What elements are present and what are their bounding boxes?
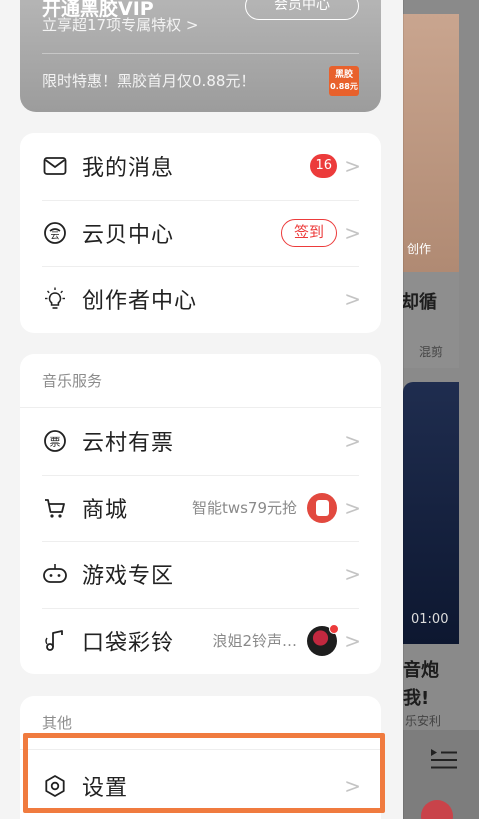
feed-card-2[interactable] [403, 382, 459, 644]
menu-item-label: 设置 [82, 776, 129, 801]
chevron-right-icon: > [344, 562, 361, 587]
menu-item-label: 我的消息 [82, 156, 175, 182]
mini-player-bar[interactable] [403, 730, 479, 819]
section-title-music-services: 音乐服务 [20, 354, 381, 408]
menu-item-label: 口袋彩铃 [82, 630, 175, 656]
unread-count-badge: 16 [310, 154, 337, 179]
mall-promo-hint: 智能tws79元抢 [191, 499, 297, 518]
ringtone-cover-thumbnail [307, 623, 339, 656]
feed-card-1-title: 却循 [403, 292, 437, 313]
menu-item-cloud-village-tickets[interactable]: 票 云村有票 > [20, 408, 381, 475]
menu-item-mall[interactable]: 商城 智能tws79元抢 > [20, 474, 381, 542]
menu-item-cloud-coin-center[interactable]: 云 云贝中心 签到 > [20, 199, 381, 267]
chevron-right-icon: > [344, 429, 361, 454]
chevron-right-icon: > [344, 495, 361, 520]
vip-badge-line2: 0.88元 [330, 82, 358, 91]
chevron-right-icon: > [344, 154, 361, 179]
menu-item-settings[interactable]: 设置 > [20, 750, 381, 819]
menu-item-label: 游戏专区 [82, 564, 175, 590]
menu-item-game-zone[interactable]: 游戏专区 > [20, 541, 381, 608]
earbuds-product-thumbnail [307, 492, 337, 523]
menu-item-label: 商城 [82, 497, 129, 523]
feed-card-1-overlay-label: 创作 [407, 242, 432, 256]
vip-divider [42, 53, 359, 54]
feed-card-2-title-line2: 我! [403, 688, 430, 709]
gamepad-icon [42, 561, 68, 587]
chevron-right-icon: > [344, 774, 361, 798]
music-note-icon [42, 628, 68, 654]
feed-card-2-artist: 乐安利 [405, 714, 442, 728]
player-avatar[interactable] [421, 800, 453, 819]
drawer-edge-shadow [403, 0, 404, 819]
other-card: 其他 设置 > [20, 696, 381, 819]
menu-item-creator-center[interactable]: 创作者中心 > [20, 266, 381, 333]
member-center-button[interactable]: 会员中心 [245, 0, 359, 20]
menu-item-label: 创作者中心 [82, 289, 198, 315]
menu-item-label: 云贝中心 [82, 222, 175, 248]
cloud-coin-icon: 云 [42, 220, 68, 246]
menu-item-my-messages[interactable]: 我的消息 16 > [20, 133, 381, 200]
chevron-right-icon: > [344, 220, 361, 245]
vip-badge-line1: 黑胶 [334, 70, 353, 80]
ticket-icon: 票 [42, 428, 68, 454]
background-feed: 创作 却循 混剪 01:00 音炮 我! 乐安利 [403, 0, 479, 819]
mail-icon [42, 153, 68, 179]
svg-text:票: 票 [50, 436, 61, 449]
chevron-right-icon: > [344, 628, 361, 653]
menu-item-pocket-ringtone[interactable]: 口袋彩铃 浪姐2铃声… > [20, 607, 381, 675]
section-title-other: 其他 [20, 696, 381, 750]
settings-icon [42, 773, 68, 799]
feed-card-2-duration: 01:00 [411, 612, 449, 627]
lightbulb-icon [42, 286, 68, 312]
feed-card-1[interactable] [403, 14, 459, 272]
feed-card-1-tag: 混剪 [419, 345, 444, 359]
side-drawer: 开通黑胶VIP 会员中心 立享超17项专属特权 > 限时特惠！黑胶首月仅0.88… [0, 0, 403, 819]
playlist-icon[interactable] [429, 746, 459, 772]
music-services-card: 音乐服务 票 云村有票 > 商城 智能tws79元抢 > 游戏专区 > 口袋彩铃… [20, 354, 381, 674]
svg-text:云: 云 [50, 231, 59, 241]
menu-item-label: 云村有票 [82, 431, 175, 457]
vip-price-badge: 黑胶 0.88元 [329, 66, 359, 96]
feed-card-2-title-line1: 音炮 [403, 660, 439, 681]
chevron-right-icon: > [344, 287, 361, 312]
ringtone-promo-hint: 浪姐2铃声… [212, 632, 297, 651]
vip-promo-text[interactable]: 限时特惠！黑胶首月仅0.88元！ [42, 70, 255, 91]
sign-in-button[interactable]: 签到 [280, 218, 337, 247]
cart-icon [42, 495, 68, 521]
vip-subtitle-link[interactable]: 立享超17项专属特权 > [42, 14, 198, 35]
main-menu-card: 我的消息 16 > 云 云贝中心 签到 > 创作者中心 > [20, 133, 381, 333]
vip-promo-card[interactable]: 开通黑胶VIP 会员中心 立享超17项专属特权 > 限时特惠！黑胶首月仅0.88… [20, 0, 381, 112]
